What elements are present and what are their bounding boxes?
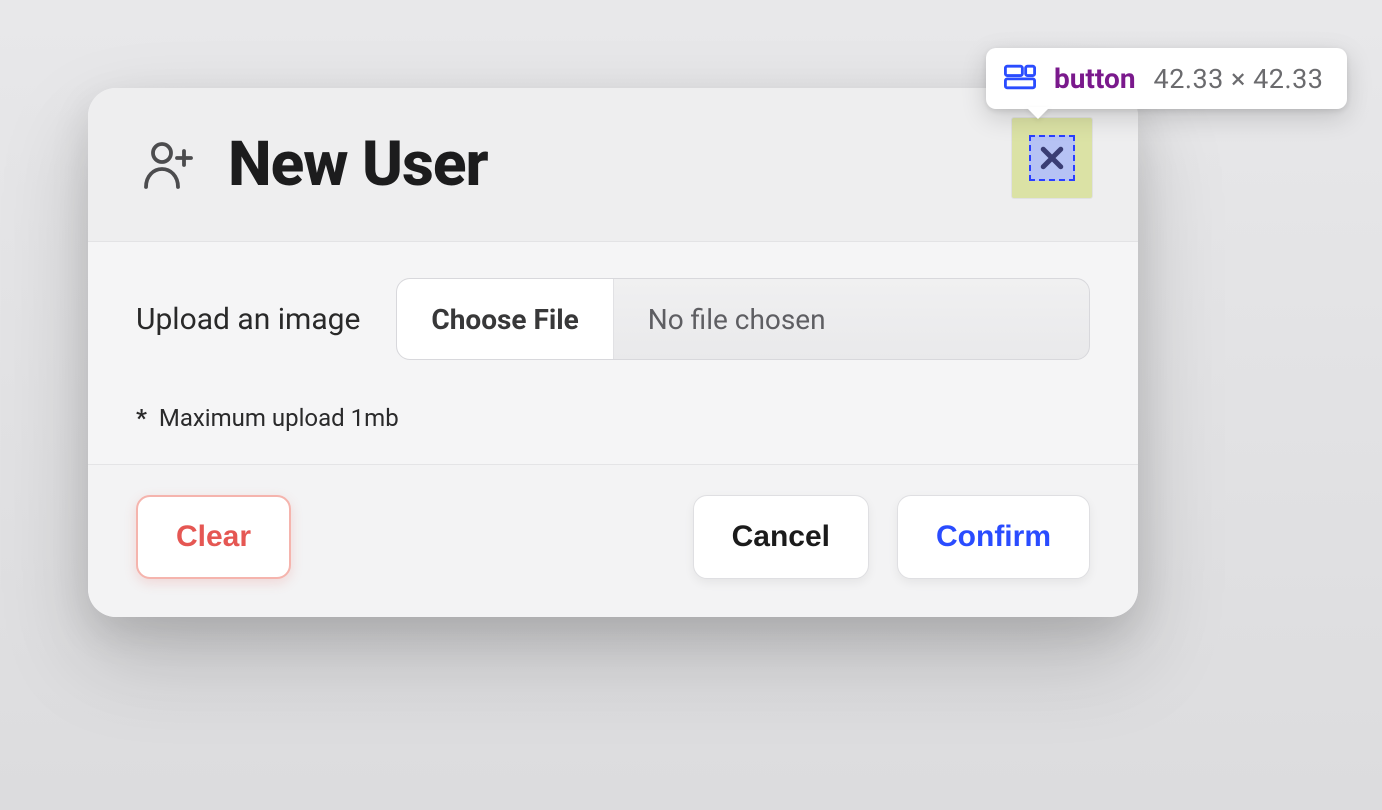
file-status-text: No file chosen <box>614 279 1089 359</box>
close-button[interactable] <box>1012 118 1092 198</box>
hint-text: Maximum upload 1mb <box>159 404 399 432</box>
dialog-title: New User <box>228 128 488 201</box>
hint-star: * <box>136 404 147 432</box>
upload-label: Upload an image <box>136 302 360 337</box>
upload-hint: * Maximum upload 1mb <box>136 404 1090 432</box>
choose-file-button[interactable]: Choose File <box>397 279 613 359</box>
dialog-header: New User <box>88 88 1138 242</box>
close-icon <box>1037 143 1067 173</box>
dialog-footer: Clear Cancel Confirm <box>88 464 1138 617</box>
dialog-body: Upload an image Choose File No file chos… <box>88 242 1138 464</box>
tooltip-element-tag: button <box>1054 62 1136 95</box>
file-input[interactable]: Choose File No file chosen <box>396 278 1090 360</box>
add-user-icon <box>136 133 200 197</box>
devtools-tooltip: button 42.33 × 42.33 <box>986 48 1347 109</box>
new-user-dialog: New User Upload an image Choose File No … <box>88 88 1138 617</box>
flex-icon <box>1004 64 1036 94</box>
confirm-button[interactable]: Confirm <box>897 495 1090 579</box>
close-button-highlight <box>1029 135 1075 181</box>
upload-row: Upload an image Choose File No file chos… <box>136 278 1090 360</box>
cancel-button[interactable]: Cancel <box>693 495 869 579</box>
clear-button[interactable]: Clear <box>136 495 291 579</box>
tooltip-dimensions: 42.33 × 42.33 <box>1154 63 1324 95</box>
